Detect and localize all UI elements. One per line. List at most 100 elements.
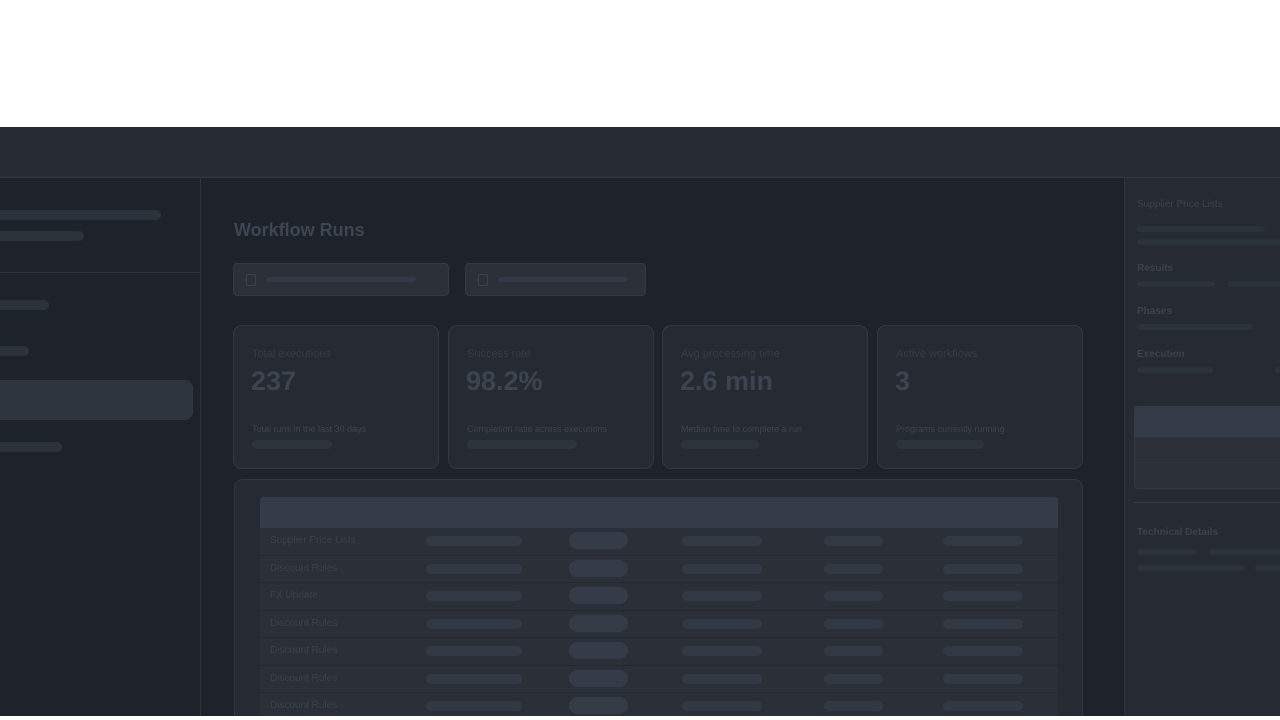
table-row[interactable]: Discount Rules <box>260 665 1058 693</box>
table-row[interactable]: Discount Rules <box>260 610 1058 638</box>
row-cell <box>943 701 1023 711</box>
metric-description: Completion ratio across executions <box>467 424 608 434</box>
row-cell <box>426 701 522 711</box>
sidebar-item[interactable] <box>0 442 62 452</box>
metric-label: Total executions <box>252 348 331 360</box>
metric-description: Total runs in the last 30 days <box>252 424 367 434</box>
execution-table-row <box>1135 437 1280 463</box>
detail-skeleton <box>1137 367 1213 373</box>
execution-table-header <box>1135 407 1280 437</box>
execution-table <box>1134 406 1280 489</box>
divider <box>1134 502 1280 503</box>
sidebar-item[interactable] <box>0 300 49 310</box>
metric-value: 3 <box>895 366 911 396</box>
row-cell <box>824 618 883 629</box>
row-workflow-name: Discount Rules <box>270 645 338 656</box>
status-badge <box>569 587 628 604</box>
runs-table-panel: Supplier Price Lists Discount Rules FX U… <box>234 479 1083 716</box>
execution-table-row <box>1135 463 1280 488</box>
metric-card: Total executions 237 Total runs in the l… <box>233 325 439 469</box>
detail-skeleton <box>1137 281 1215 287</box>
detail-skeleton <box>1209 549 1280 555</box>
metric-label: Success rate <box>467 348 531 360</box>
metric-value: 2.6 min <box>680 366 774 396</box>
detail-skeleton <box>1275 367 1280 373</box>
sidebar-header-skeleton <box>0 231 84 241</box>
detail-skeleton <box>1255 565 1280 571</box>
row-cell <box>824 536 883 546</box>
main-content: Workflow Runs Total executions 237 Total… <box>201 178 1124 716</box>
filter-icon <box>478 273 488 286</box>
table-row[interactable]: Discount Rules <box>260 638 1058 666</box>
row-cell <box>682 536 762 546</box>
app-window: Workflow Runs Total executions 237 Total… <box>0 127 1280 716</box>
detail-skeleton <box>1137 239 1280 245</box>
table-row[interactable]: FX Update <box>260 583 1058 611</box>
row-workflow-name: Discount Rules <box>270 700 338 711</box>
sidebar-item[interactable] <box>0 346 29 356</box>
metric-card: Active workflows 3 Programs currently ru… <box>877 325 1083 469</box>
metric-card: Avg processing time 2.6 min Median time … <box>662 325 868 469</box>
row-cell <box>943 673 1023 684</box>
runs-table: Supplier Price Lists Discount Rules FX U… <box>260 497 1058 716</box>
table-row[interactable]: Supplier Price Lists <box>260 528 1058 556</box>
page-title: Workflow Runs <box>234 220 365 240</box>
metric-bar <box>467 440 577 449</box>
sidebar <box>0 178 201 716</box>
row-cell <box>426 536 522 546</box>
row-cell <box>943 536 1023 546</box>
row-cell <box>682 618 762 629</box>
status-badge <box>569 559 628 577</box>
status-badge <box>569 697 628 714</box>
row-workflow-name: Discount Rules <box>270 562 338 574</box>
row-cell <box>426 563 522 574</box>
metric-description: Programs currently running <box>896 424 1005 434</box>
detail-panel: Supplier Price Lists Results Phases Exec… <box>1124 178 1280 716</box>
status-badge <box>569 669 628 687</box>
status-filter[interactable] <box>465 263 646 296</box>
row-cell <box>943 591 1023 601</box>
row-cell <box>682 591 762 601</box>
filter-placeholder <box>498 277 628 282</box>
sidebar-header-skeleton <box>0 210 161 220</box>
detail-skeleton <box>1137 549 1197 555</box>
metric-label: Avg processing time <box>681 348 780 360</box>
row-cell <box>824 591 883 601</box>
table-row[interactable]: Discount Rules <box>260 693 1058 716</box>
metric-bar <box>252 440 332 449</box>
date-range-filter[interactable] <box>233 263 449 296</box>
detail-skeleton <box>1137 226 1265 232</box>
row-workflow-name: Discount Rules <box>270 617 338 629</box>
row-workflow-name: Discount Rules <box>270 672 338 684</box>
row-cell <box>682 673 762 684</box>
sidebar-header <box>0 178 200 273</box>
results-heading: Results <box>1137 263 1174 274</box>
detail-skeleton <box>1137 324 1253 330</box>
phases-heading: Phases <box>1137 306 1173 317</box>
row-workflow-name: Supplier Price Lists <box>270 535 356 546</box>
row-cell <box>824 673 883 684</box>
top-bar <box>0 127 1280 178</box>
sidebar-item-active[interactable] <box>0 380 193 420</box>
row-workflow-name: FX Update <box>270 590 318 601</box>
status-badge <box>569 642 628 659</box>
row-cell <box>426 646 522 656</box>
metric-value: 237 <box>251 366 297 396</box>
row-cell <box>943 563 1023 574</box>
row-cell <box>824 563 883 574</box>
row-cell <box>682 563 762 574</box>
detail-panel-title: Supplier Price Lists <box>1137 199 1223 210</box>
row-cell <box>426 618 522 629</box>
row-cell <box>426 591 522 601</box>
metric-value: 98.2% <box>466 366 543 396</box>
row-cell <box>943 646 1023 656</box>
technical-details-heading: Technical Details <box>1137 527 1218 538</box>
metric-bar <box>896 440 984 449</box>
detail-skeleton <box>1137 565 1245 571</box>
metric-bar <box>681 440 759 449</box>
calendar-icon <box>246 273 256 286</box>
row-cell <box>682 646 762 656</box>
table-row[interactable]: Discount Rules <box>260 555 1058 583</box>
row-cell <box>824 646 883 656</box>
row-cell <box>426 673 522 684</box>
